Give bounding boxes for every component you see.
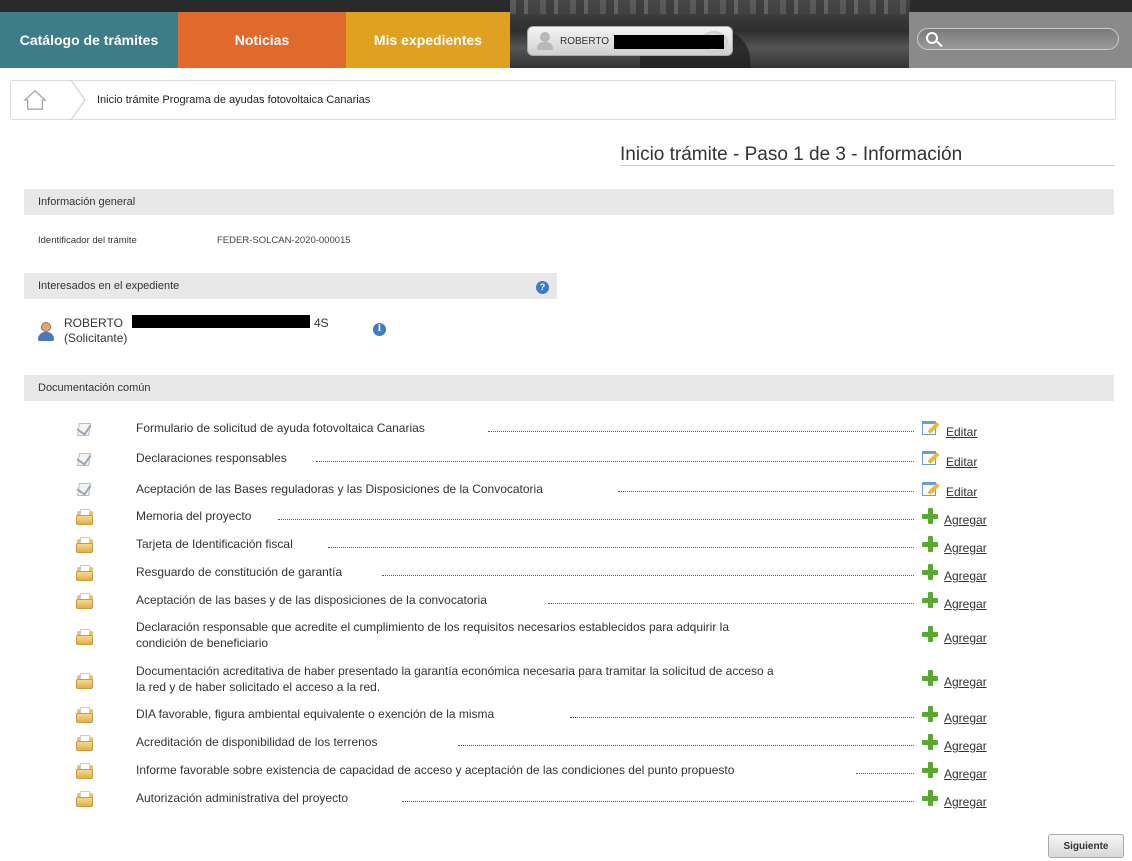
page-title: Inicio trámite - Paso 1 de 3 - Informaci… bbox=[620, 144, 963, 165]
top-strip bbox=[0, 0, 510, 12]
add-link[interactable]: Agregar bbox=[944, 541, 987, 555]
add-icon[interactable] bbox=[922, 670, 938, 686]
breadcrumb: Inicio trámite Programa de ayudas fotovo… bbox=[10, 80, 1116, 120]
folder-icon bbox=[76, 791, 94, 807]
dotted-leader bbox=[548, 603, 914, 604]
add-link[interactable]: Agregar bbox=[944, 597, 987, 611]
person-icon bbox=[38, 322, 54, 342]
add-link[interactable]: Agregar bbox=[944, 631, 987, 645]
document-label: DIA favorable, figura ambiental equivale… bbox=[136, 707, 495, 721]
folder-icon bbox=[76, 593, 94, 609]
document-label: Formulario de solicitud de ayuda fotovol… bbox=[136, 421, 425, 435]
folder-icon bbox=[76, 763, 94, 779]
completed-document-icon bbox=[76, 480, 94, 497]
add-link[interactable]: Agregar bbox=[944, 767, 987, 781]
add-link[interactable]: Agregar bbox=[944, 795, 987, 809]
section-documentacion-comun: Documentación común bbox=[24, 375, 1114, 401]
tab-catalogo-tramites[interactable]: Catálogo de trámites bbox=[0, 12, 178, 68]
folder-icon bbox=[76, 509, 94, 525]
redacted-name bbox=[614, 35, 724, 49]
folder-icon bbox=[76, 629, 94, 645]
dotted-leader bbox=[278, 519, 914, 520]
edit-icon[interactable] bbox=[922, 481, 940, 497]
section-interesados: Interesados en el expediente bbox=[24, 273, 557, 299]
document-label: Acreditación de disponibilidad de los te… bbox=[136, 735, 378, 749]
add-icon[interactable] bbox=[922, 564, 938, 580]
folder-icon bbox=[76, 537, 94, 553]
add-icon[interactable] bbox=[922, 592, 938, 608]
add-icon[interactable] bbox=[922, 536, 938, 552]
add-link[interactable]: Agregar bbox=[944, 513, 987, 527]
document-label-line1: Documentación acreditativa de haber pres… bbox=[136, 664, 774, 678]
home-icon[interactable] bbox=[21, 89, 49, 111]
folder-icon bbox=[76, 673, 94, 689]
edit-link[interactable]: Editar bbox=[946, 485, 977, 499]
user-icon bbox=[536, 31, 554, 51]
add-icon[interactable] bbox=[922, 734, 938, 750]
edit-link[interactable]: Editar bbox=[946, 455, 977, 469]
edit-icon[interactable] bbox=[922, 420, 940, 436]
identificador-label: Identificador del trámite bbox=[38, 235, 137, 246]
dotted-leader bbox=[570, 717, 914, 718]
document-label-line1: Declaración responsable que acredite el … bbox=[136, 620, 729, 634]
breadcrumb-current: Inicio trámite Programa de ayudas fotovo… bbox=[97, 94, 371, 106]
edit-icon[interactable] bbox=[922, 450, 940, 466]
dotted-leader bbox=[856, 773, 914, 774]
dotted-leader bbox=[382, 575, 914, 576]
top-navigation-bar: Catálogo de trámites Noticias Mis expedi… bbox=[0, 0, 1132, 68]
redacted-surname bbox=[132, 315, 310, 328]
edit-link[interactable]: Editar bbox=[946, 425, 977, 439]
add-icon[interactable] bbox=[922, 706, 938, 722]
dotted-leader bbox=[328, 547, 914, 548]
interesado-name: ROBERTO (Solicitante) bbox=[64, 316, 127, 346]
dotted-leader bbox=[458, 745, 914, 746]
dotted-leader bbox=[316, 461, 914, 462]
document-label: Memoria del proyecto bbox=[136, 509, 252, 523]
interesado-first-name: ROBERTO bbox=[64, 316, 123, 330]
search-input[interactable] bbox=[917, 28, 1119, 50]
search-icon bbox=[926, 32, 938, 44]
user-name: ROBERTO bbox=[560, 35, 610, 47]
document-label: Declaraciones responsables bbox=[136, 451, 287, 465]
breadcrumb-separator bbox=[70, 80, 86, 120]
add-link[interactable]: Agregar bbox=[944, 739, 987, 753]
document-label: Tarjeta de Identificación fiscal bbox=[136, 537, 293, 551]
title-underline bbox=[620, 165, 1115, 166]
interesado-role: (Solicitante) bbox=[64, 331, 128, 345]
dotted-leader bbox=[618, 491, 914, 492]
help-icon[interactable]: ? bbox=[536, 281, 549, 294]
document-label: Resguardo de constitución de garantía bbox=[136, 565, 343, 579]
tab-mis-expedientes[interactable]: Mis expedientes bbox=[346, 12, 510, 68]
identificador-value: FEDER-SOLCAN-2020-000015 bbox=[217, 235, 351, 246]
info-icon[interactable]: i bbox=[373, 323, 386, 336]
document-label-line2: condición de beneficiario bbox=[136, 636, 269, 650]
add-icon[interactable] bbox=[922, 790, 938, 806]
dotted-leader bbox=[488, 431, 914, 432]
completed-document-icon bbox=[76, 420, 94, 437]
folder-icon bbox=[76, 707, 94, 723]
user-session-pill[interactable]: ROBERTO bbox=[527, 26, 733, 56]
add-link[interactable]: Agregar bbox=[944, 711, 987, 725]
add-icon[interactable] bbox=[922, 762, 938, 778]
document-label-line2: la red y de haber solicitado el acceso a… bbox=[136, 680, 381, 694]
add-link[interactable]: Agregar bbox=[944, 675, 987, 689]
document-label: Autorización administrativa del proyecto bbox=[136, 791, 349, 805]
interesado-id-suffix: 4S bbox=[314, 316, 329, 330]
folder-icon bbox=[76, 735, 94, 751]
tab-noticias[interactable]: Noticias bbox=[178, 12, 346, 68]
section-informacion-general: Información general bbox=[24, 189, 1114, 215]
completed-document-icon bbox=[76, 450, 94, 467]
add-icon[interactable] bbox=[922, 508, 938, 524]
document-label: Aceptación de las bases y de las disposi… bbox=[136, 593, 487, 607]
add-link[interactable]: Agregar bbox=[944, 569, 987, 583]
dotted-leader bbox=[402, 801, 914, 802]
siguiente-button[interactable]: Siguiente bbox=[1048, 834, 1124, 858]
document-label: Informe favorable sobre existencia de ca… bbox=[136, 763, 735, 777]
folder-icon bbox=[76, 565, 94, 581]
document-label: Aceptación de las Bases reguladoras y la… bbox=[136, 482, 543, 496]
add-icon[interactable] bbox=[922, 626, 938, 642]
